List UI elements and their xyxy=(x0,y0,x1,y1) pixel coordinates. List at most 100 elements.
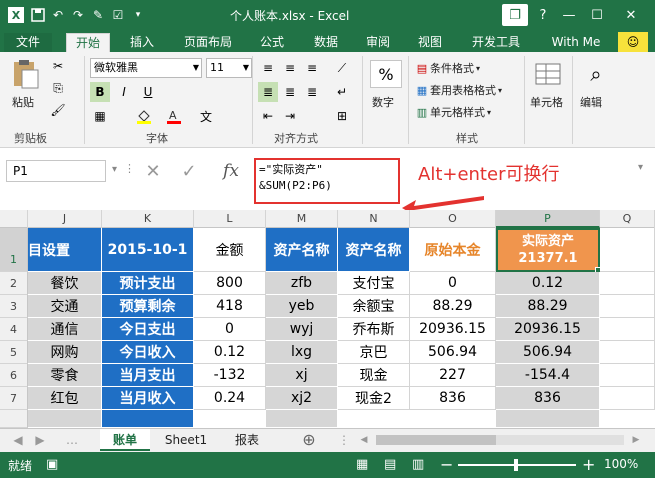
cell-style-button[interactable]: ▥ 单元格样式 ▾ xyxy=(414,104,491,120)
cut-icon[interactable]: ✂ xyxy=(48,56,68,76)
column-header-o[interactable]: O xyxy=(410,210,496,228)
cell-n5[interactable]: 京巴 xyxy=(338,341,410,364)
page-layout-view-icon[interactable]: ▤ xyxy=(384,457,396,472)
cell-o5[interactable]: 506.94 xyxy=(410,341,496,364)
row-header-1[interactable]: 1 xyxy=(0,228,28,272)
cell-n3[interactable]: 余额宝 xyxy=(338,295,410,318)
tab-file[interactable]: 文件 xyxy=(4,33,52,52)
binoculars-icon[interactable]: ⌕ xyxy=(582,60,610,88)
user-avatar[interactable]: ☺ xyxy=(618,32,648,52)
number-button[interactable]: 数字 xyxy=(372,94,394,110)
tab-view[interactable]: 视图 xyxy=(408,33,452,52)
customize-qat-icon[interactable]: ▾ xyxy=(130,7,146,23)
cell-j1[interactable]: 目设置 xyxy=(28,228,102,272)
cell-l6[interactable]: -132 xyxy=(194,364,266,387)
cell-k2[interactable]: 预计支出 xyxy=(102,272,194,295)
column-header-k[interactable]: K xyxy=(102,210,194,228)
cell-q6[interactable] xyxy=(600,364,655,387)
conditional-format-button[interactable]: ▤ 条件格式 ▾ xyxy=(414,60,480,76)
column-header-q[interactable]: Q xyxy=(600,210,655,228)
align-right-icon[interactable]: ≣ xyxy=(302,82,322,102)
row-header-8[interactable] xyxy=(0,410,28,428)
tab-review[interactable]: 审阅 xyxy=(356,33,400,52)
cell-n1[interactable]: 资产名称 xyxy=(338,228,410,272)
maximize-button[interactable]: ☐ xyxy=(584,4,610,26)
cell-n2[interactable]: 支付宝 xyxy=(338,272,410,295)
scrollbar-thumb[interactable] xyxy=(376,435,496,445)
align-center-icon[interactable]: ≣ xyxy=(280,82,300,102)
cell-k6[interactable]: 当月支出 xyxy=(102,364,194,387)
undo-icon[interactable]: ↶ xyxy=(50,7,66,23)
cell-q5[interactable] xyxy=(600,341,655,364)
row-header-7[interactable]: 7 xyxy=(0,387,28,410)
copy-icon[interactable]: ⎘ xyxy=(48,78,68,98)
checkbox-icon[interactable]: ☑ xyxy=(110,7,126,23)
cell-l1[interactable]: 金额 xyxy=(194,228,266,272)
cell-p2[interactable]: 0.12 xyxy=(496,272,600,295)
decrease-indent-icon[interactable]: ⇤ xyxy=(258,106,278,126)
font-color-icon[interactable]: A xyxy=(164,106,184,126)
cell-l4[interactable]: 0 xyxy=(194,318,266,341)
row-header-4[interactable]: 4 xyxy=(0,318,28,341)
cell-p7[interactable]: 836 xyxy=(496,387,600,410)
format-painter-icon[interactable]: 🖌 xyxy=(48,100,68,120)
cell-k4[interactable]: 今日支出 xyxy=(102,318,194,341)
align-bottom-icon[interactable]: ≡ xyxy=(302,58,322,78)
cell-n7[interactable]: 现金2 xyxy=(338,387,410,410)
cell-m5[interactable]: lxg xyxy=(266,341,338,364)
macro-record-icon[interactable]: ▣ xyxy=(46,457,58,472)
cell-q3[interactable] xyxy=(600,295,655,318)
border-icon[interactable]: ▦ xyxy=(90,106,110,126)
cell-m6[interactable]: xj xyxy=(266,364,338,387)
column-header-m[interactable]: M xyxy=(266,210,338,228)
align-left-icon[interactable]: ≣ xyxy=(258,82,278,102)
expand-formula-icon[interactable]: ▾ xyxy=(638,162,643,173)
horizontal-scrollbar[interactable] xyxy=(376,435,624,445)
cell-j8[interactable] xyxy=(28,410,102,428)
prev-sheet-icon[interactable]: ◀ xyxy=(8,429,28,451)
align-middle-icon[interactable]: ≡ xyxy=(280,58,300,78)
eraser-icon[interactable]: ✎ xyxy=(90,7,106,23)
row-header-2[interactable]: 2 xyxy=(0,272,28,295)
cell-m7[interactable]: xj2 xyxy=(266,387,338,410)
zoom-slider-thumb[interactable] xyxy=(514,459,518,471)
cell-j5[interactable]: 网购 xyxy=(28,341,102,364)
cell-m2[interactable]: zfb xyxy=(266,272,338,295)
cell-p5[interactable]: 506.94 xyxy=(496,341,600,364)
formula-input[interactable]: ="实际资产" &SUM(P2:P6) xyxy=(254,158,400,204)
zoom-in-button[interactable]: + xyxy=(582,455,595,474)
merge-cells-icon[interactable]: ⊞ xyxy=(332,106,352,126)
cell-q2[interactable] xyxy=(600,272,655,295)
font-size-combo[interactable]: 11 ▼ xyxy=(206,58,252,78)
cell-l7[interactable]: 0.24 xyxy=(194,387,266,410)
bold-button[interactable]: B xyxy=(90,82,110,102)
column-header-n[interactable]: N xyxy=(338,210,410,228)
table-format-button[interactable]: ▦ 套用表格格式 ▾ xyxy=(414,82,502,98)
cell-q1[interactable] xyxy=(600,228,655,272)
cell-q4[interactable] xyxy=(600,318,655,341)
zoom-out-button[interactable]: − xyxy=(440,455,453,474)
paste-button[interactable]: 粘贴 xyxy=(12,94,34,110)
tab-data[interactable]: 数据 xyxy=(304,33,348,52)
insert-function-button[interactable]: fx xyxy=(216,158,246,184)
cell-n4[interactable]: 乔布斯 xyxy=(338,318,410,341)
redo-icon[interactable]: ↷ xyxy=(70,7,86,23)
cell-j7[interactable]: 红包 xyxy=(28,387,102,410)
next-sheet-icon[interactable]: ▶ xyxy=(30,429,50,451)
cell-m3[interactable]: yeb xyxy=(266,295,338,318)
sheet-tab-sheet1[interactable]: Sheet1 xyxy=(156,429,216,451)
cell-k8[interactable] xyxy=(102,410,194,428)
confirm-icon[interactable]: ✓ xyxy=(176,158,202,184)
more-sheets-icon[interactable]: … xyxy=(62,429,82,451)
name-box-dropdown-icon[interactable]: ▾ xyxy=(112,164,117,175)
sheet-tab-ledger[interactable]: 账单 xyxy=(100,429,150,451)
cell-p3[interactable]: 88.29 xyxy=(496,295,600,318)
cell-j4[interactable]: 通信 xyxy=(28,318,102,341)
page-break-view-icon[interactable]: ▥ xyxy=(412,457,424,472)
font-name-combo[interactable]: 微软雅黑 ▼ xyxy=(90,58,202,78)
column-header-p[interactable]: P xyxy=(496,210,600,228)
cell-l3[interactable]: 418 xyxy=(194,295,266,318)
cell-j6[interactable]: 零食 xyxy=(28,364,102,387)
select-all-corner[interactable] xyxy=(0,210,28,228)
cell-k3[interactable]: 预算剩余 xyxy=(102,295,194,318)
